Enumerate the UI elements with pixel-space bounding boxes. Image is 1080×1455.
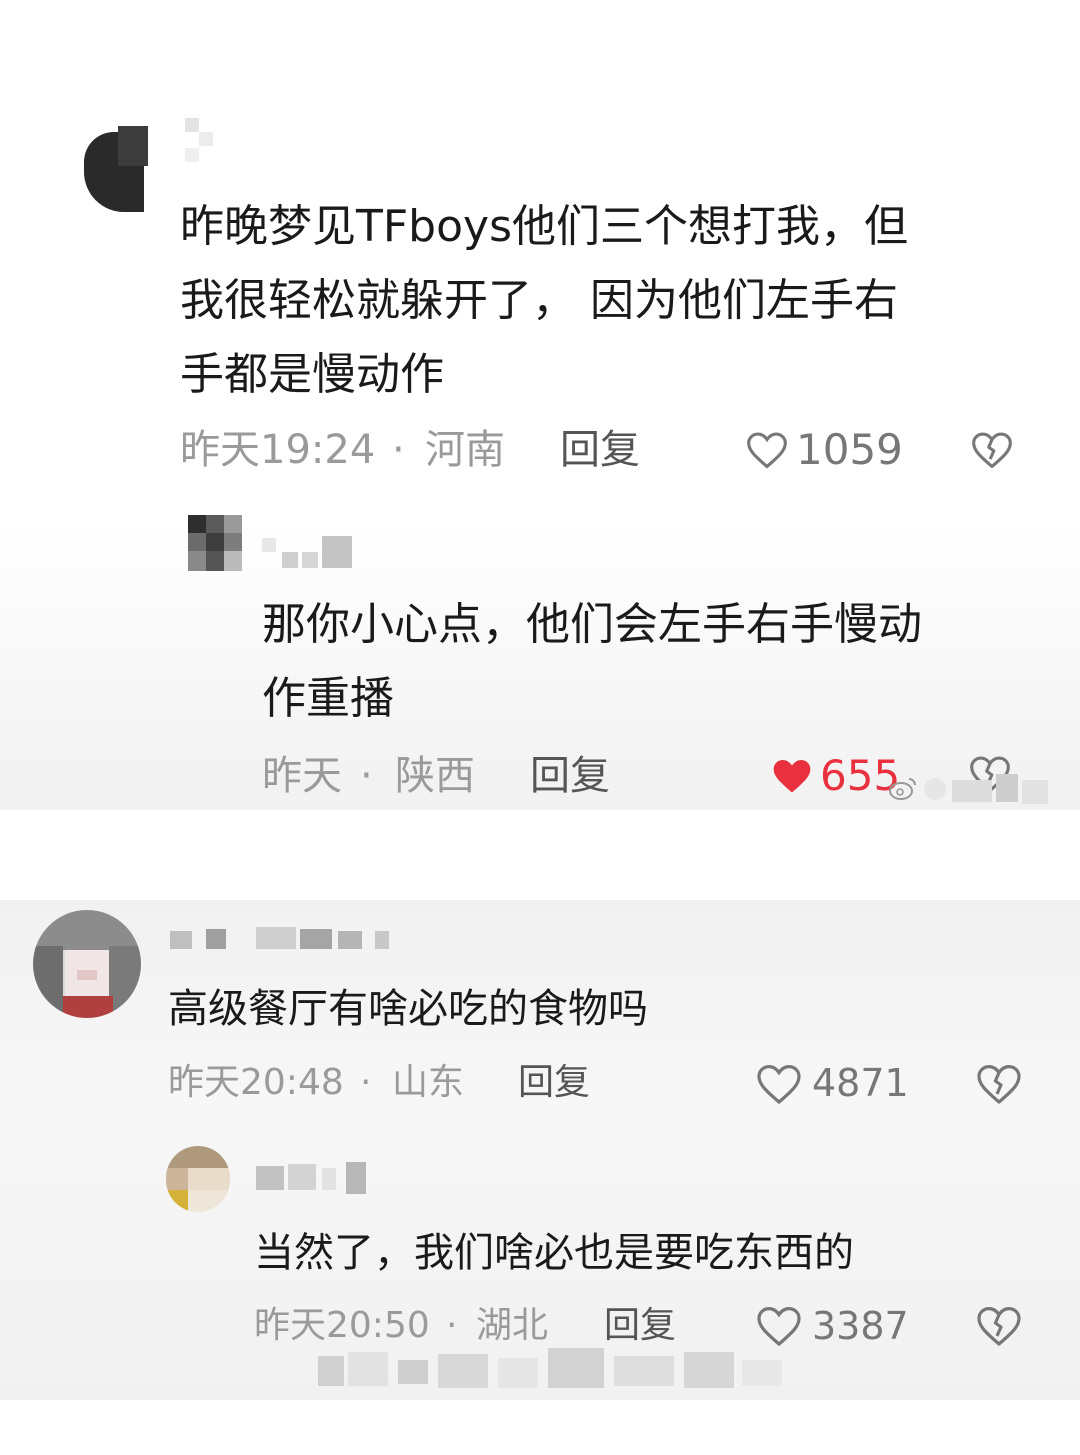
comment-time: 昨天20:48 xyxy=(168,1062,344,1103)
username-blurred[interactable] xyxy=(185,118,221,166)
heart-filled-icon xyxy=(770,754,814,798)
like-button[interactable] xyxy=(745,428,789,472)
comment-location: 山东 xyxy=(392,1062,465,1103)
comment-text-line: 手都是慢动作 xyxy=(180,349,444,400)
dislike-button[interactable] xyxy=(975,1302,1023,1350)
reply-text: 当然了，我们啥必也是要吃东西的 xyxy=(254,1222,854,1284)
reply-text-line: 作重播 xyxy=(262,673,394,724)
reply-time: 昨天 xyxy=(262,753,342,799)
like-button[interactable] xyxy=(770,754,814,798)
meta-separator: · xyxy=(360,1062,372,1103)
like-count: 4871 xyxy=(812,1061,909,1105)
comment-text-line: 昨晚梦见TFboys他们三个想打我，但 xyxy=(180,201,908,252)
reply-location: 湖北 xyxy=(476,1305,549,1346)
broken-heart-icon xyxy=(975,1060,1023,1108)
meta-separator: · xyxy=(392,427,405,473)
like-count: 3387 xyxy=(812,1304,909,1348)
reply-button[interactable]: 回复 xyxy=(560,424,640,476)
reply-button[interactable]: 回复 xyxy=(518,1060,590,1106)
heart-outline-icon xyxy=(755,1060,803,1108)
username-blurred[interactable] xyxy=(262,530,354,570)
dislike-button[interactable] xyxy=(970,428,1014,472)
reply-button[interactable]: 回复 xyxy=(604,1303,676,1349)
reply-button[interactable]: 回复 xyxy=(530,750,610,802)
username-blurred[interactable] xyxy=(256,1160,368,1196)
watermark-blurred xyxy=(318,1348,788,1392)
reply-text-line: 那你小心点，他们会左手右手慢动 xyxy=(262,599,922,650)
avatar[interactable] xyxy=(78,112,158,222)
username-blurred[interactable] xyxy=(170,925,395,953)
reply-text: 那你小心点，他们会左手右手慢动 作重播 xyxy=(262,588,922,736)
like-button[interactable] xyxy=(755,1060,803,1108)
heart-outline-icon xyxy=(755,1302,803,1350)
comment-text: 昨晚梦见TFboys他们三个想打我，但 我很轻松就躲开了， 因为他们左手右 手都… xyxy=(180,190,908,412)
broken-heart-icon xyxy=(975,1302,1023,1350)
reply-location: 陕西 xyxy=(395,753,475,799)
avatar[interactable] xyxy=(166,1146,230,1212)
avatar[interactable] xyxy=(33,910,141,1018)
like-button[interactable] xyxy=(755,1302,803,1350)
avatar[interactable] xyxy=(188,515,242,571)
comment-time: 昨天19:24 xyxy=(180,427,376,473)
broken-heart-icon xyxy=(970,428,1014,472)
dislike-button[interactable] xyxy=(975,1060,1023,1108)
weibo-watermark xyxy=(888,770,1060,810)
meta-separator: · xyxy=(360,753,373,799)
meta-separator: · xyxy=(446,1305,458,1346)
comment-location: 河南 xyxy=(425,427,505,473)
comment-text-line: 我很轻松就躲开了， 因为他们左手右 xyxy=(180,275,898,326)
comment-text: 高级餐厅有啥必吃的食物吗 xyxy=(168,978,648,1040)
reply-time: 昨天20:50 xyxy=(254,1305,430,1346)
like-count: 1059 xyxy=(796,425,903,474)
reply-text-line: 当然了，我们啥必也是要吃东西的 xyxy=(254,1230,854,1276)
heart-outline-icon xyxy=(745,428,789,472)
comment-text-line: 高级餐厅有啥必吃的食物吗 xyxy=(168,986,648,1032)
weibo-icon xyxy=(888,776,918,806)
